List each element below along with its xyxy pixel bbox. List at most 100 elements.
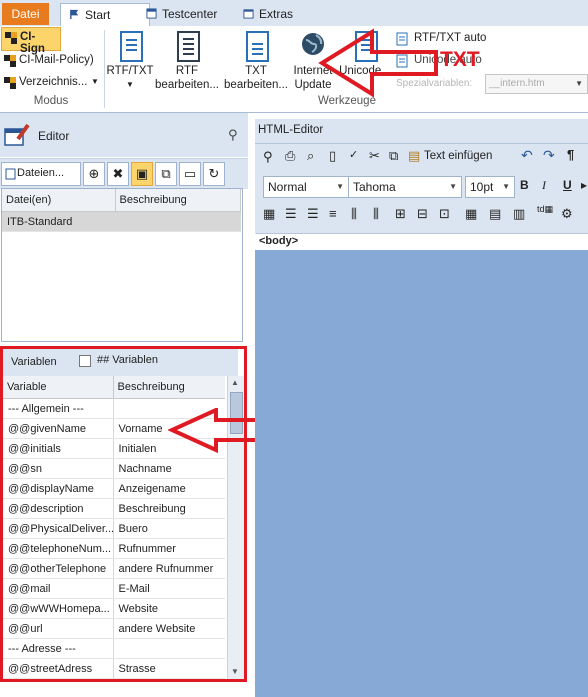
table-row[interactable]: @@description Beschreibung	[3, 498, 225, 519]
table-row[interactable]: ITB-Standard	[2, 211, 241, 232]
file-description-cell	[115, 211, 241, 232]
scroll-down-icon[interactable]: ▼	[231, 667, 239, 676]
variable-description-cell: andere Website	[113, 618, 225, 639]
variable-name-cell: @@givenName	[3, 418, 114, 439]
variable-description-cell: Website	[113, 598, 225, 619]
bold-icon[interactable]: B	[520, 178, 529, 192]
variable-description-cell: Buero	[113, 518, 225, 539]
delete-column-icon[interactable]: ⫼	[373, 206, 379, 222]
preview-icon[interactable]: ⌕	[307, 148, 314, 164]
chevron-down-icon: ▼	[91, 77, 99, 86]
files-column-header-file[interactable]: Datei(en)	[2, 189, 116, 212]
underline-icon[interactable]: U	[563, 178, 572, 192]
variable-description-cell: Rufnummer	[113, 538, 225, 559]
print-icon[interactable]: ⎙	[285, 148, 295, 164]
delete-row-icon[interactable]: ☰	[307, 206, 319, 222]
insert-row-icon[interactable]: ☰	[285, 206, 297, 222]
variables-column-header-variable[interactable]: Variable	[3, 376, 114, 399]
cut-icon[interactable]: ✂	[369, 148, 380, 164]
table-row[interactable]: @@url andere Website	[3, 618, 225, 639]
pin-icon[interactable]: ⚲	[228, 127, 238, 143]
tab-extras[interactable]: Extras	[235, 3, 319, 25]
table-columns-icon[interactable]: ▥	[513, 206, 525, 222]
window-icon[interactable]: ▭	[179, 162, 201, 186]
table-properties-icon[interactable]: ⚙	[561, 206, 573, 222]
pencil-window-icon	[4, 123, 30, 146]
tab-start[interactable]: Start	[60, 3, 150, 27]
table-row[interactable]: @@otherTelephone andere Rufnummer	[3, 558, 225, 579]
spellcheck-icon[interactable]: ✓	[349, 148, 358, 161]
variable-description-cell: Strasse	[113, 658, 225, 679]
chevron-down-icon: ▼	[575, 79, 583, 88]
add-icon[interactable]: ⊕	[83, 162, 105, 186]
table-row[interactable]: --- Adresse ---	[3, 638, 225, 659]
rtf-txt-label: RTF/TXT	[106, 65, 154, 77]
align-icon[interactable]: ≡	[329, 206, 337, 221]
table-row[interactable]: @@streetAdress Strasse	[3, 658, 225, 679]
txt-edit-button[interactable]: TXT bearbeiten...	[224, 31, 288, 92]
tab-variablen[interactable]: Variablen	[11, 356, 57, 368]
verzeichnis-label: Verzeichnis...	[19, 76, 88, 88]
tab-start-label: Start	[85, 8, 111, 22]
files-button-label: Dateien...	[17, 167, 65, 179]
table-row[interactable]: @@mail E-Mail	[3, 578, 225, 599]
hash-variables-checkbox[interactable]	[79, 355, 91, 367]
redo-icon[interactable]: ↷	[543, 147, 555, 164]
html-editor-canvas[interactable]	[255, 250, 588, 697]
chevron-down-icon: ▼	[126, 80, 134, 89]
font-select[interactable]: Tahoma ▼	[348, 176, 462, 198]
variable-name-cell: --- Adresse ---	[3, 638, 114, 659]
hash-variables-label: ## Variablen	[97, 354, 158, 366]
style-select[interactable]: Normal ▼	[263, 176, 349, 198]
html-editor-toolbar: ⚲ ⎙ ⌕ ▯ ✓ ✂ ⧉ ▤ Text einfügen ↶ ↷ ¶ Norm…	[255, 144, 588, 234]
pilcrow-icon[interactable]: ¶	[567, 147, 574, 162]
cell-icon[interactable]: ⊡	[439, 206, 450, 222]
insert-column-icon[interactable]: ⫼	[351, 206, 357, 222]
tab-file[interactable]: Datei	[2, 3, 49, 25]
body-tag-breadcrumb[interactable]: <body>	[256, 233, 588, 250]
ci-sign-button[interactable]: CI-Sign	[1, 27, 61, 55]
table-rows-icon[interactable]: ▤	[489, 206, 501, 222]
table-row[interactable]: @@telephoneNum... Rufnummer	[3, 538, 225, 559]
variable-description-cell	[113, 638, 225, 659]
verzeichnis-dropdown[interactable]: Verzeichnis... ▼	[1, 73, 101, 93]
chevron-down-icon: ▼	[502, 182, 510, 191]
save-icon[interactable]: ▣	[131, 162, 153, 186]
split-cells-icon[interactable]: ⊟	[417, 206, 428, 222]
table-data-icon[interactable]: td▦	[537, 204, 553, 215]
table-row[interactable]: @@displayName Anzeigename	[3, 478, 225, 499]
table-grid-icon[interactable]: ▦	[465, 206, 477, 222]
paste-text-button[interactable]: ▤ Text einfügen	[408, 147, 512, 167]
refresh-icon[interactable]: ↻	[203, 162, 225, 186]
size-select[interactable]: 10pt ▼	[465, 176, 515, 198]
spezialvariablen-select[interactable]: __intern.htm ▼	[485, 74, 588, 94]
find-icon[interactable]: ⚲	[263, 149, 273, 165]
variable-name-cell: @@sn	[3, 458, 114, 479]
editor-panel-header: Editor ⚲	[0, 113, 248, 157]
rtf-edit-label-1: RTF	[175, 65, 199, 77]
undo-icon[interactable]: ↶	[521, 147, 533, 164]
puzzle-icon	[4, 77, 16, 89]
size-select-value: 10pt	[470, 180, 494, 194]
ci-mail-policy-button[interactable]: CI-Mail-Policy)	[1, 51, 101, 71]
table-icon[interactable]: ▦	[263, 206, 275, 222]
scroll-up-icon[interactable]: ▲	[231, 378, 239, 387]
files-column-header-description[interactable]: Beschreibung	[115, 189, 241, 212]
rtf-edit-button[interactable]: RTF bearbeiten...	[155, 31, 219, 92]
copy-icon[interactable]: ⧉	[155, 162, 177, 186]
rtf-txt-button[interactable]: RTF/TXT ▼	[106, 31, 154, 92]
copy-icon[interactable]: ⧉	[389, 148, 398, 164]
files-button[interactable]: Dateien...	[1, 162, 81, 186]
italic-icon[interactable]: I	[542, 178, 546, 193]
merge-cells-icon[interactable]: ⊞	[395, 206, 406, 222]
new-document-icon[interactable]: ▯	[329, 148, 336, 164]
puzzle-icon	[4, 55, 16, 67]
delete-icon[interactable]: ✖	[107, 162, 129, 186]
more-icon[interactable]: ▸	[581, 178, 587, 192]
table-row[interactable]: @@wWWHomepa... Website	[3, 598, 225, 619]
paste-text-label: Text einfügen	[424, 150, 493, 162]
table-row[interactable]: @@PhysicalDeliver... Buero	[3, 518, 225, 539]
table-row[interactable]: @@sn Nachname	[3, 458, 225, 479]
variables-panel: Variablen ## Variablen Variable Beschrei…	[0, 346, 247, 682]
variables-column-header-description[interactable]: Beschreibung	[113, 376, 225, 399]
